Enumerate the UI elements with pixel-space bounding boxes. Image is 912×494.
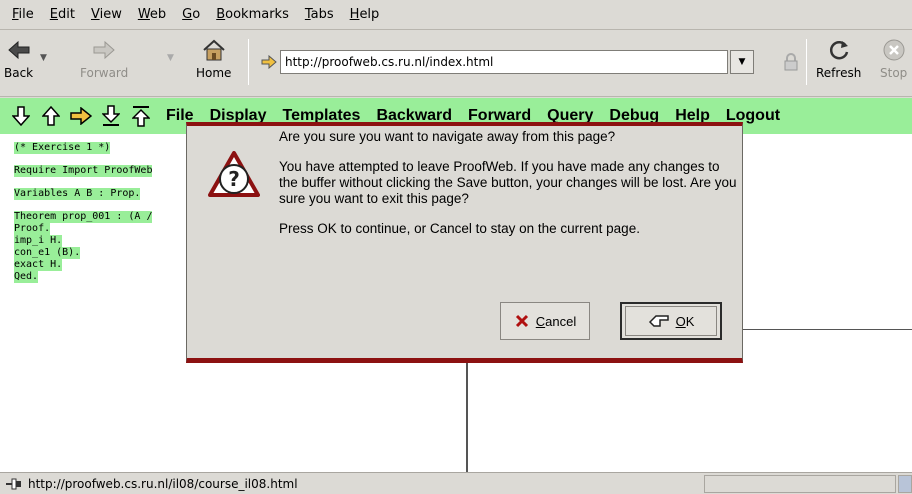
- dialog-message: Are you sure you want to navigate away f…: [279, 129, 739, 251]
- pane-divider-horizontal[interactable]: [740, 329, 912, 330]
- back-button[interactable]: Back: [4, 37, 33, 80]
- stop-button[interactable]: Stop: [880, 37, 907, 80]
- forward-history-dropdown-icon[interactable]: ▼: [167, 53, 174, 63]
- menu-help[interactable]: Help: [342, 7, 388, 22]
- stop-icon: [882, 37, 906, 63]
- toolbar-separator: [248, 39, 249, 85]
- stop-label: Stop: [880, 66, 908, 80]
- ok-button-focus-ring: OK: [625, 306, 717, 336]
- editor-line: Variables A B : Prop.: [14, 188, 141, 200]
- forward-label: Forward: [80, 66, 129, 80]
- question-warning-icon: ?: [208, 151, 260, 203]
- go-arrow-icon: [258, 55, 280, 69]
- refresh-label: Refresh: [816, 66, 862, 80]
- refresh-icon: [827, 37, 851, 63]
- editor-line: imp_i H.: [14, 235, 63, 247]
- menu-tabs[interactable]: Tabs: [297, 7, 342, 22]
- status-extra-icon: [898, 475, 912, 493]
- status-text: http://proofweb.cs.ru.nl/il08/course_il0…: [28, 476, 298, 491]
- dialog-hint: Press OK to continue, or Cancel to stay …: [279, 221, 640, 236]
- menu-edit[interactable]: Edit: [42, 7, 83, 22]
- ok-label: OK: [675, 313, 695, 329]
- goto-cursor-icon[interactable]: [68, 103, 94, 129]
- location-bar: http://proofweb.cs.ru.nl/index.html ▼: [258, 49, 758, 75]
- back-history-dropdown-icon[interactable]: ▼: [40, 53, 47, 63]
- step-to-start-icon[interactable]: [128, 103, 154, 129]
- ok-button[interactable]: OK: [620, 302, 722, 340]
- toolbar-separator: [806, 39, 807, 85]
- network-status-icon: [0, 478, 28, 490]
- progress-panel: [704, 475, 896, 493]
- home-label: Home: [196, 66, 232, 80]
- step-to-end-icon[interactable]: [98, 103, 124, 129]
- editor-line: Require Import ProofWeb: [14, 165, 153, 177]
- dialog-title: Are you sure you want to navigate away f…: [279, 129, 616, 144]
- cancel-button[interactable]: Cancel: [500, 302, 590, 340]
- menu-go[interactable]: Go: [174, 7, 208, 22]
- editor-line: (* Exercise 1 *): [14, 142, 111, 154]
- home-icon: [202, 37, 226, 63]
- confirm-navigation-dialog: ? Are you sure you want to navigate away…: [186, 122, 743, 363]
- cancel-x-icon: [514, 313, 530, 329]
- dialog-body: You have attempted to leave ProofWeb. If…: [279, 159, 737, 206]
- editor-line: Proof.: [14, 223, 51, 235]
- menu-file[interactable]: File: [4, 7, 42, 22]
- back-label: Back: [4, 66, 34, 80]
- svg-text:?: ?: [228, 167, 240, 191]
- url-history-dropdown-icon[interactable]: ▼: [730, 50, 754, 74]
- security-lock-icon: [784, 53, 798, 75]
- editor-line: Qed.: [14, 271, 39, 283]
- forward-button[interactable]: Forward: [80, 37, 128, 80]
- menu-web[interactable]: Web: [130, 7, 174, 22]
- step-up-icon[interactable]: [38, 103, 64, 129]
- refresh-button[interactable]: Refresh: [816, 37, 861, 80]
- url-input[interactable]: http://proofweb.cs.ru.nl/index.html: [280, 50, 728, 74]
- editor-line: exact H.: [14, 259, 63, 271]
- home-button[interactable]: Home: [196, 37, 231, 80]
- forward-arrow-icon: [92, 37, 116, 63]
- menu-bookmarks[interactable]: Bookmarks: [208, 7, 297, 22]
- cancel-label: Cancel: [535, 313, 577, 329]
- navigation-toolbar: Back ▼ Forward ▼ Home http://proofweb.cs…: [0, 31, 912, 97]
- pane-divider[interactable]: [466, 358, 468, 472]
- editor-line: con_e1 (B).: [14, 247, 81, 259]
- menu-view[interactable]: View: [83, 7, 130, 22]
- ok-hand-icon: [648, 312, 672, 330]
- menu-bar: File Edit View Web Go Bookmarks Tabs Hel…: [0, 0, 912, 30]
- status-bar: http://proofweb.cs.ru.nl/il08/course_il0…: [0, 472, 912, 494]
- step-down-icon[interactable]: [8, 103, 34, 129]
- back-arrow-icon: [7, 37, 31, 63]
- editor-line: Theorem prop_001 : (A /: [14, 211, 153, 223]
